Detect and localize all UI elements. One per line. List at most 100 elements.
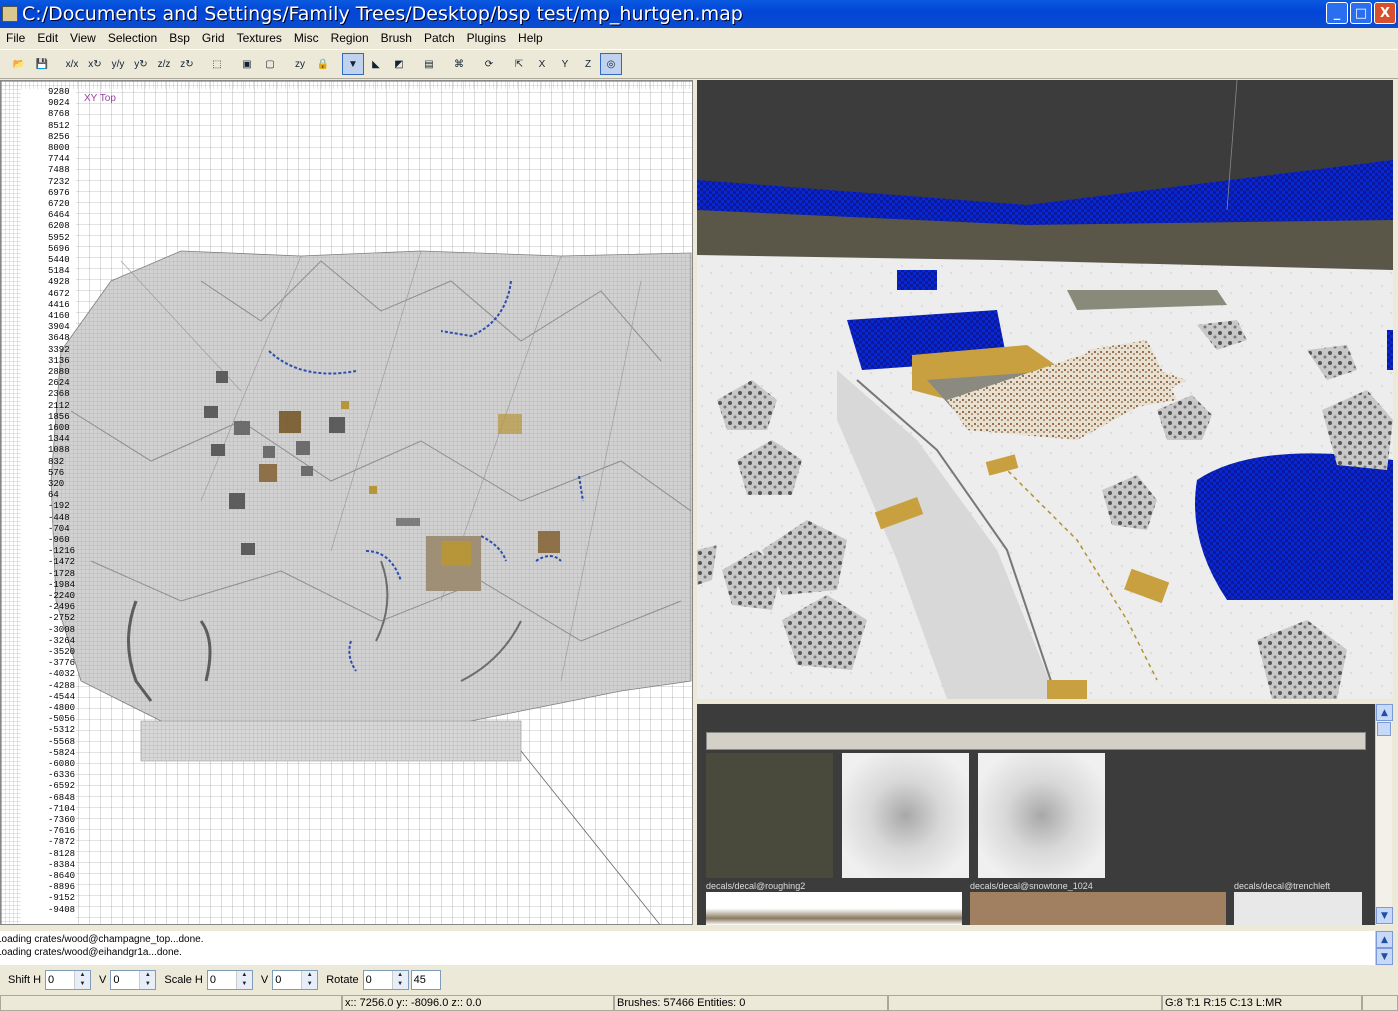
close-button[interactable]: X — [1374, 2, 1396, 24]
texture-filter-input[interactable] — [706, 732, 1366, 750]
shift-v-input[interactable] — [111, 971, 140, 989]
y-tick-label: -1984 — [48, 579, 76, 590]
y-axis-flip-icon[interactable]: y/y — [107, 53, 129, 75]
spin-up-icon[interactable]: ▲ — [236, 971, 252, 980]
menu-region[interactable]: Region — [325, 31, 375, 45]
rotate-step-input[interactable]: 45 — [410, 970, 441, 990]
camera-3d-view[interactable] — [697, 80, 1393, 699]
menu-grid[interactable]: Grid — [196, 31, 231, 45]
y-tick-label: -2752 — [48, 613, 76, 624]
texture-thumb[interactable] — [842, 753, 969, 878]
texture-thumb[interactable] — [706, 892, 962, 925]
texture-thumb[interactable] — [1234, 892, 1362, 925]
cubic-clip-icon[interactable]: ▤ — [418, 53, 440, 75]
app-icon[interactable] — [2, 6, 18, 22]
spin-down-icon[interactable]: ▼ — [236, 980, 252, 989]
menu-plugins[interactable]: Plugins — [461, 31, 512, 45]
scroll-up-icon[interactable]: ▲ — [1376, 704, 1393, 721]
spin-up-icon[interactable]: ▲ — [302, 971, 318, 980]
y-tick-label: 9024 — [48, 98, 70, 109]
scroll-down-icon[interactable]: ▼ — [1376, 907, 1393, 924]
menu-view[interactable]: View — [64, 31, 102, 45]
scroll-up-icon[interactable]: ▲ — [1376, 931, 1393, 948]
scroll-thumb[interactable] — [1377, 722, 1391, 736]
view-z-icon[interactable]: Z — [577, 53, 599, 75]
cubic-view-icon[interactable]: ◎ — [600, 53, 622, 75]
touching-icon[interactable]: ▢ — [259, 53, 281, 75]
vertex-edit-icon[interactable]: ⌘ — [448, 53, 470, 75]
spin-down-icon[interactable]: ▼ — [392, 980, 408, 989]
y-tick-label: 3904 — [48, 322, 70, 333]
maximize-button[interactable]: □ — [1350, 2, 1372, 24]
save-icon[interactable]: 💾 — [31, 53, 53, 75]
menu-textures[interactable]: Textures — [231, 31, 288, 45]
scale-v-label: V — [260, 974, 269, 986]
status-coords: x:: 7256.0 y:: -8096.0 z:: 0.0 — [342, 995, 614, 1011]
minimize-button[interactable]: _ — [1326, 2, 1348, 24]
y-tick-label: 5952 — [48, 232, 70, 243]
open-icon[interactable]: 📂 — [8, 53, 30, 75]
shift-v-spinner[interactable]: ▲▼ — [110, 970, 157, 990]
menu-misc[interactable]: Misc — [288, 31, 325, 45]
y-tick-label: 1344 — [48, 434, 70, 445]
texture-thumb[interactable] — [978, 753, 1105, 878]
y-tick-label: -8128 — [48, 848, 76, 859]
menu-file[interactable]: File — [0, 31, 31, 45]
change-views-icon[interactable]: zy — [289, 53, 311, 75]
texture-lock-icon[interactable]: 🔒 — [312, 53, 334, 75]
show-entities-icon[interactable]: ◩ — [388, 53, 410, 75]
scale-h-spinner[interactable]: ▲▼ — [206, 970, 253, 990]
menu-brush[interactable]: Brush — [375, 31, 418, 45]
texture-thumb[interactable] — [706, 753, 833, 878]
texture-browser[interactable]: decals/decal@roughing2 decals/decal@snow… — [697, 704, 1375, 925]
status-counts: Brushes: 57466 Entities: 0 — [614, 995, 888, 1011]
z-axis-flip-icon[interactable]: z/z — [153, 53, 175, 75]
menu-help[interactable]: Help — [512, 31, 549, 45]
y-tick-label: -1728 — [48, 568, 76, 579]
size-to-fit-icon[interactable]: ▣ — [236, 53, 258, 75]
shift-h-input[interactable] — [46, 971, 75, 989]
y-tick-label: 3392 — [48, 344, 70, 355]
console-line: Loading crates/wood@eihandgr1a...done. — [0, 947, 182, 958]
texture-scrollbar[interactable]: ▲ ▼ — [1375, 704, 1393, 925]
rotate-spinner[interactable]: ▲▼ — [362, 970, 409, 990]
rotate-mode-icon[interactable]: ⟳ — [478, 53, 500, 75]
texture-thumb[interactable] — [970, 892, 1226, 925]
complete-tall-icon[interactable]: ⬚ — [206, 53, 228, 75]
scale-h-input[interactable] — [207, 971, 236, 989]
xy-top-view[interactable]: XY Top 9280 9024 8768 8512 8256 8000 7744 7488 7… — [0, 80, 693, 925]
x-axis-rotate-icon[interactable]: x↻ — [84, 53, 106, 75]
scale-v-input[interactable] — [273, 971, 302, 989]
y-tick-label: 832 — [48, 456, 65, 467]
y-tick-label: -6592 — [48, 781, 76, 792]
y-tick-label: -960 — [48, 535, 70, 545]
menu-edit[interactable]: Edit — [31, 31, 64, 45]
z-axis-rotate-icon[interactable]: z↻ — [176, 53, 198, 75]
rotate-input[interactable] — [363, 971, 392, 989]
spin-up-icon[interactable]: ▲ — [75, 971, 91, 980]
view-select-icon[interactable]: ⇱ — [508, 53, 530, 75]
shift-h-spinner[interactable]: ▲▼ — [45, 970, 92, 990]
y-tick-label: 5440 — [48, 255, 70, 265]
clipper-icon[interactable]: ▼ — [342, 53, 364, 75]
console-scrollbar[interactable]: ▲ ▼ — [1375, 931, 1393, 965]
spin-up-icon[interactable]: ▲ — [392, 971, 408, 980]
spin-up-icon[interactable]: ▲ — [140, 971, 156, 980]
y-tick-label: -6080 — [48, 759, 76, 769]
y-tick-label: -4800 — [48, 703, 76, 713]
y-tick-label: 4672 — [48, 288, 70, 299]
view-y-icon[interactable]: Y — [554, 53, 576, 75]
spin-down-icon[interactable]: ▼ — [140, 980, 156, 989]
x-axis-flip-icon[interactable]: x/x — [61, 53, 83, 75]
spin-down-icon[interactable]: ▼ — [302, 980, 318, 989]
y-axis-rotate-icon[interactable]: y↻ — [130, 53, 152, 75]
view-x-icon[interactable]: X — [531, 53, 553, 75]
scroll-down-icon[interactable]: ▼ — [1376, 948, 1393, 965]
texture-label: decals/decal@roughing2 — [706, 881, 806, 891]
menu-bsp[interactable]: Bsp — [163, 31, 196, 45]
menu-selection[interactable]: Selection — [102, 31, 163, 45]
select-patch-icon[interactable]: ◣ — [365, 53, 387, 75]
scale-v-spinner[interactable]: ▲▼ — [272, 970, 319, 990]
spin-down-icon[interactable]: ▼ — [75, 980, 91, 989]
menu-patch[interactable]: Patch — [418, 31, 461, 45]
